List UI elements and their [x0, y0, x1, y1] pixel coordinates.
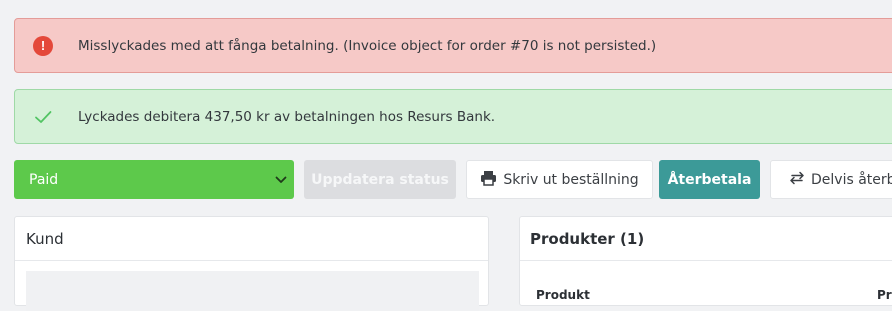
error-alert-message: Misslyckades med att fånga betalning. (I… [78, 37, 657, 54]
swap-arrows-icon [789, 171, 811, 189]
print-order-label: Skriv ut beställning [503, 171, 639, 188]
refund-button[interactable]: Återbetala [659, 160, 760, 199]
partial-refund-button[interactable]: Delvis återb [770, 160, 892, 199]
error-icon: ! [33, 35, 53, 56]
print-order-button[interactable]: Skriv ut beställning [466, 160, 653, 199]
column-header-price: Pr [877, 288, 892, 302]
column-header-product: Produkt [536, 288, 590, 302]
success-alert-message: Lyckades debitera 437,50 kr av betalning… [78, 108, 496, 125]
update-status-label: Uppdatera status [311, 171, 449, 188]
error-alert: ! Misslyckades med att fånga betalning. … [14, 18, 892, 73]
order-status-value: Paid [29, 171, 59, 188]
chevron-down-icon [274, 173, 288, 187]
update-status-button[interactable]: Uppdatera status [304, 160, 456, 199]
success-alert: Lyckades debitera 437,50 kr av betalning… [14, 89, 892, 144]
partial-refund-label: Delvis återb [811, 171, 892, 188]
refund-label: Återbetala [667, 171, 752, 188]
order-status-select[interactable]: Paid [14, 160, 294, 199]
products-panel: Produkter (1) Produkt Pr [519, 216, 892, 306]
customer-panel: Kund [14, 216, 489, 311]
customer-panel-title: Kund [15, 217, 488, 261]
printer-icon [480, 170, 503, 190]
products-panel-title: Produkter (1) [520, 217, 892, 261]
customer-info-block [26, 271, 479, 311]
checkmark-icon [33, 107, 53, 127]
